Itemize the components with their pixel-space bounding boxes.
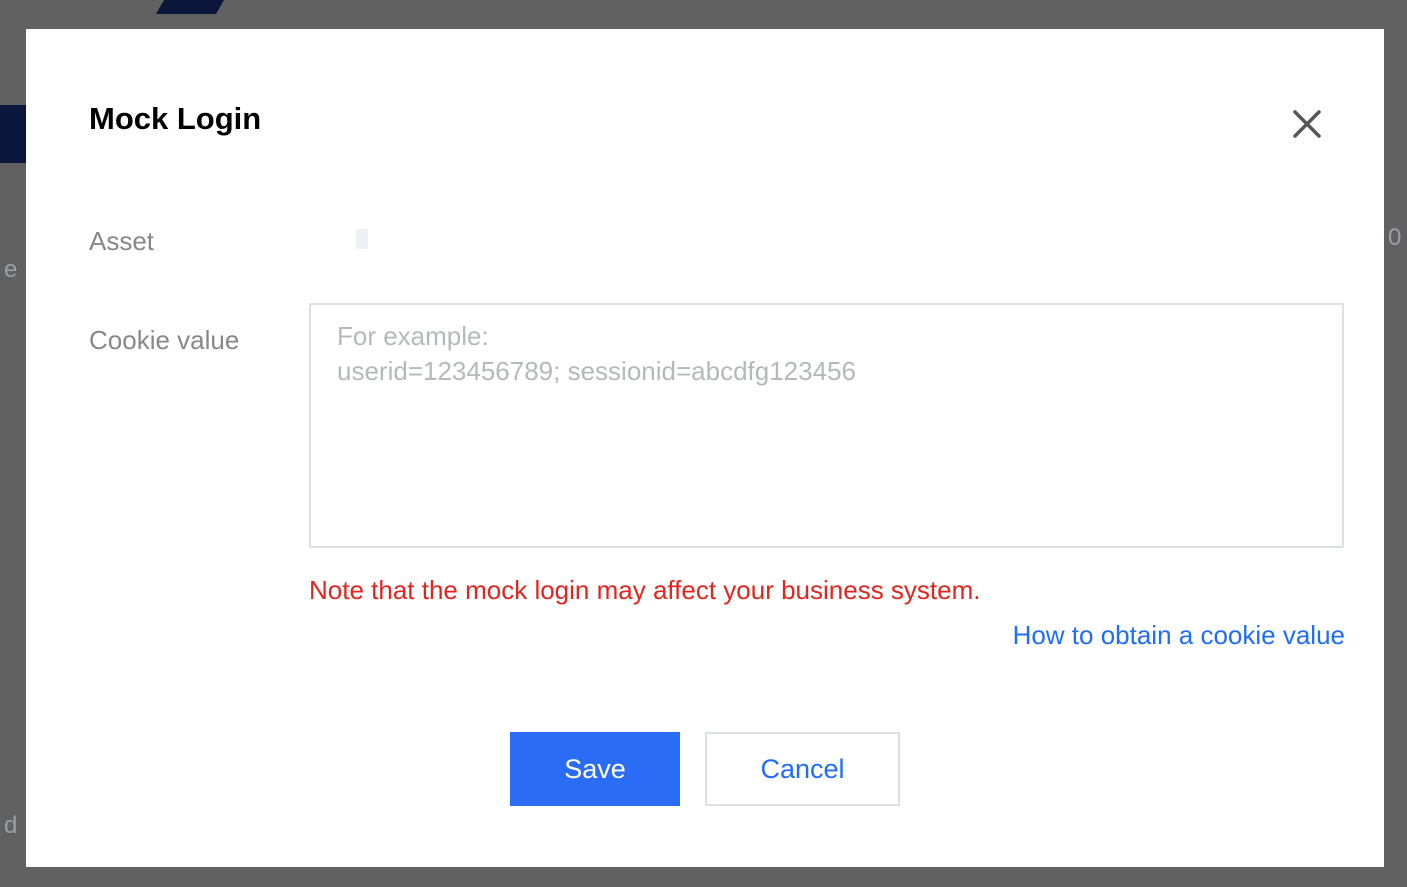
save-button[interactable]: Save — [510, 732, 680, 806]
cookie-value-input[interactable] — [309, 303, 1344, 548]
mock-login-warning: Note that the mock login may affect your… — [309, 575, 981, 605]
background-text-fragment: d — [4, 812, 18, 839]
close-button[interactable] — [1288, 105, 1326, 143]
mock-login-dialog: Mock Login Asset Cookie value Note that … — [26, 29, 1384, 867]
background-text-fragment: 0 — [1388, 224, 1402, 251]
background-text-fragment: e — [4, 256, 18, 283]
asset-value — [356, 229, 368, 249]
dialog-title: Mock Login — [89, 101, 262, 136]
asset-label: Asset — [89, 226, 155, 256]
close-icon — [1293, 110, 1321, 138]
cookie-help-link[interactable]: How to obtain a cookie value — [1013, 620, 1345, 650]
cancel-button[interactable]: Cancel — [705, 732, 900, 806]
cookie-value-label: Cookie value — [89, 325, 240, 355]
